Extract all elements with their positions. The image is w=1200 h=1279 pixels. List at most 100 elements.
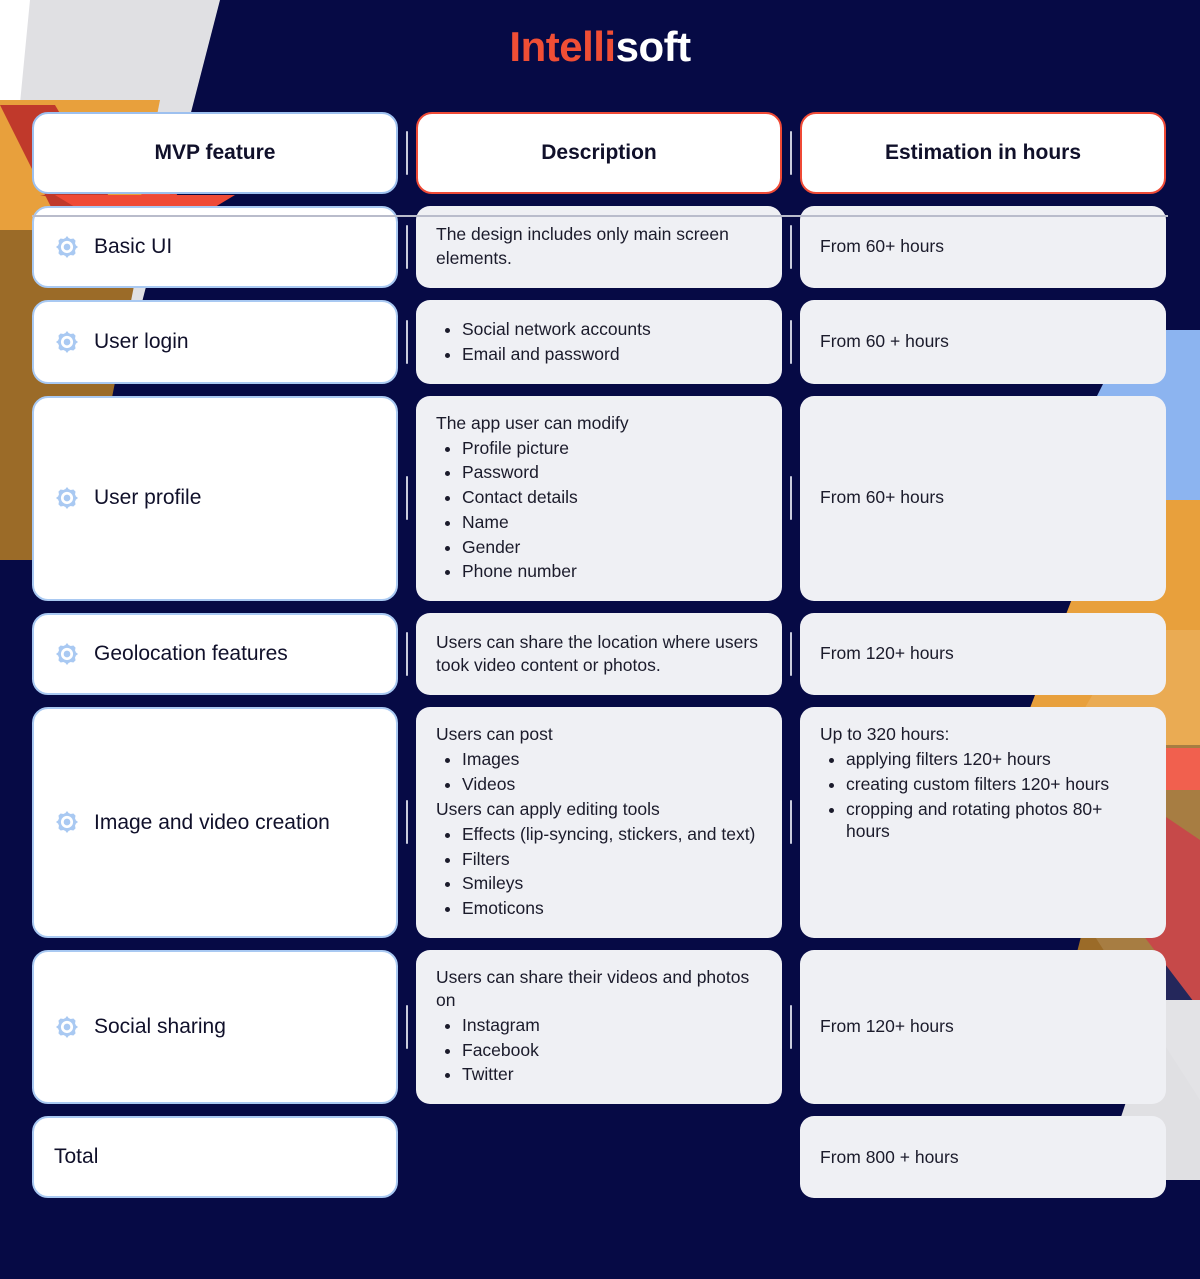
description-list-item: Contact details — [462, 486, 762, 509]
column-separator — [398, 950, 416, 1104]
description-lead: Users can share the location where users… — [436, 631, 758, 675]
description-list-item: Gender — [462, 536, 762, 559]
column-separator — [398, 206, 416, 288]
description-list-item: Social network accounts — [462, 318, 762, 341]
estimation-cell: Up to 320 hours: applying filters 120+ ho… — [800, 707, 1166, 938]
separator-tick — [790, 800, 792, 845]
feature-cell[interactable]: User profile — [32, 395, 398, 602]
separator-tick — [790, 319, 792, 364]
column-separator — [782, 396, 800, 602]
description-list-item: Phone number — [462, 560, 762, 583]
gear-icon — [54, 809, 80, 835]
feature-cell[interactable]: Image and video creation — [32, 707, 398, 938]
description-list-item: Facebook — [462, 1039, 762, 1062]
estimation-cell: From 120+ hours — [800, 949, 1166, 1105]
feature-label: User login — [94, 329, 189, 353]
description-list-item: Videos — [462, 773, 762, 796]
brand-logo-wrapper: Intellisoft — [0, 26, 1200, 68]
description-list-item: Images — [462, 748, 762, 771]
feature-label: Social sharing — [94, 1015, 226, 1039]
feature-cell[interactable]: Basic UI — [32, 206, 398, 288]
column-separator — [782, 707, 800, 938]
description-list: ImagesVideos — [462, 748, 762, 796]
description-list-item: Smileys — [462, 872, 762, 895]
gear-icon — [54, 234, 80, 260]
gear-icon — [54, 485, 80, 511]
estimation-lead: From 60 + hours — [820, 330, 949, 351]
table-row: Social sharing Users can share their vide… — [0, 949, 1200, 1105]
estimation-cell: From 60 + hours — [800, 300, 1166, 384]
gear-icon — [54, 329, 80, 355]
separator-tick — [406, 131, 408, 175]
separator-tick — [790, 131, 792, 175]
table-total-row: Total From 800 + hours — [0, 1116, 1200, 1199]
description-list-2: Effects (lip-syncing, stickers, and text… — [462, 823, 762, 920]
description-list: Social network accountsEmail and passwor… — [462, 318, 762, 366]
description-list-item: Emoticons — [462, 897, 762, 920]
separator-tick — [406, 319, 408, 364]
column-separator — [782, 112, 800, 194]
description-lead: Users can post — [436, 724, 553, 745]
feature-label: User profile — [94, 486, 202, 510]
table-row: Image and video creation Users can post Im… — [0, 707, 1200, 938]
estimation-cell: From 60+ hours — [800, 395, 1166, 602]
description-lead: The app user can modify — [436, 412, 629, 433]
description-list-item: Effects (lip-syncing, stickers, and text… — [462, 823, 762, 846]
feature-label: Image and video creation — [94, 810, 330, 834]
description-cell: Users can share the location where users… — [416, 613, 782, 696]
estimation-lead: Up to 320 hours: — [820, 724, 950, 745]
brand-logo: Intellisoft — [509, 23, 692, 70]
description-list: InstagramFacebookTwitter — [462, 1014, 762, 1086]
description-lead-2: Users can apply editing tools — [436, 798, 660, 819]
table-body: Basic UI The design includes only main sc… — [0, 206, 1200, 1105]
column-separator — [782, 300, 800, 384]
estimation-lead: From 60+ hours — [820, 235, 945, 256]
estimation-lead: From 60+ hours — [820, 487, 945, 508]
separator-tick — [790, 632, 792, 677]
header-cell-estimation: Estimation in hours — [800, 112, 1166, 194]
description-lead: Users can share their videos and photos … — [436, 966, 750, 1010]
description-cell: Users can post ImagesVideosUsers can appl… — [416, 707, 782, 938]
feature-cell[interactable]: Social sharing — [32, 949, 398, 1105]
column-separator — [398, 112, 416, 194]
estimation-lead: From 120+ hours — [820, 643, 954, 664]
estimation-cell: From 120+ hours — [800, 613, 1166, 696]
table-row: Basic UI The design includes only main sc… — [0, 206, 1200, 288]
mvp-estimation-table: MVP feature Description Estimation in ho… — [0, 112, 1200, 1210]
separator-tick — [406, 476, 408, 521]
description-cell: The design includes only main screen ele… — [416, 206, 782, 288]
feature-cell[interactable]: Geolocation features — [32, 613, 398, 696]
feature-cell[interactable]: User login — [32, 300, 398, 384]
table-header-row: MVP feature Description Estimation in ho… — [0, 112, 1200, 194]
header-cell-feature: MVP feature — [32, 112, 398, 194]
gear-icon — [54, 641, 80, 667]
separator-tick — [406, 225, 408, 269]
estimation-list-item: creating custom filters 120+ hours — [846, 773, 1146, 796]
separator-tick — [790, 225, 792, 269]
description-list-item: Instagram — [462, 1014, 762, 1037]
separator-tick — [406, 800, 408, 845]
description-list-item: Name — [462, 511, 762, 534]
feature-label: Geolocation features — [94, 642, 288, 666]
estimation-list-item: applying filters 120+ hours — [846, 748, 1146, 771]
header-divider — [32, 215, 1168, 217]
estimation-list: applying filters 120+ hourscreating cust… — [846, 748, 1146, 843]
column-separator — [398, 707, 416, 938]
column-separator — [782, 950, 800, 1104]
description-cell: Users can share their videos and photos … — [416, 949, 782, 1105]
description-cell: Social network accountsEmail and passwor… — [416, 300, 782, 384]
table-row: User profile The app user can modify Profi… — [0, 395, 1200, 602]
description-list-item: Profile picture — [462, 437, 762, 460]
estimation-list-item: cropping and rotating photos 80+ hours — [846, 798, 1146, 844]
estimation-cell: From 60+ hours — [800, 206, 1166, 288]
table-row: Geolocation features Users can share the … — [0, 613, 1200, 696]
description-list: Profile picturePasswordContact detailsNa… — [462, 437, 762, 584]
column-separator — [782, 206, 800, 288]
infographic-page: Intellisoft MVP feature Description Esti… — [0, 0, 1200, 1279]
description-cell: The app user can modify Profile picturePa… — [416, 395, 782, 602]
total-estimation-cell: From 800 + hours — [800, 1116, 1166, 1199]
total-label: Total — [54, 1145, 99, 1169]
table-row: User login Social network accountsEmail a… — [0, 300, 1200, 384]
brand-logo-part-two: soft — [615, 23, 692, 70]
brand-logo-part-one: Intelli — [509, 23, 616, 70]
